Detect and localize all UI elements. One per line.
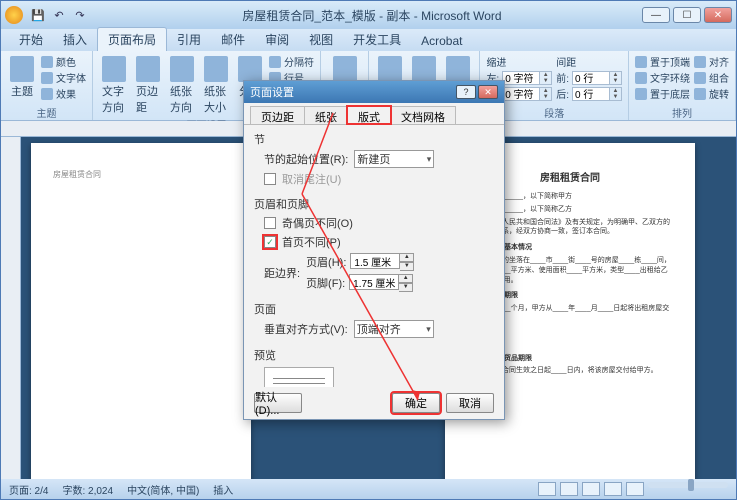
text-wrap[interactable]: 文字环绕 [635, 70, 690, 85]
view-print-layout[interactable] [538, 482, 556, 496]
status-words[interactable]: 字数: 2,024 [62, 482, 113, 497]
view-fullscreen[interactable] [560, 482, 578, 496]
indent-left-input[interactable]: ▲▼ [502, 71, 552, 85]
view-outline[interactable] [604, 482, 622, 496]
status-lang[interactable]: 中文(简体, 中国) [127, 482, 199, 497]
preview-pane [264, 367, 334, 387]
page-setup-dialog: 页面设置 ? ✕ 页边距 纸张 版式 文档网格 节 节的起始位置(R): 新建页… [243, 80, 505, 420]
document-page-1[interactable]: 房屋租赁合同 [31, 143, 251, 479]
margins[interactable]: 页边距 [133, 54, 163, 117]
send-back[interactable]: 置于底层 [635, 86, 690, 101]
view-draft[interactable] [626, 482, 644, 496]
close-button[interactable]: ✕ [704, 7, 732, 23]
ribbon-tabs: 开始 插入 页面布局 引用 邮件 审阅 视图 开发工具 Acrobat [1, 29, 736, 51]
tab-review[interactable]: 审阅 [255, 28, 299, 51]
vertical-align-combo[interactable]: 顶端对齐 [354, 320, 434, 338]
dialog-tab-layout[interactable]: 版式 [347, 106, 391, 124]
first-page-different-checkbox[interactable]: ✓ [264, 236, 276, 248]
tab-home[interactable]: 开始 [9, 28, 53, 51]
minimize-button[interactable]: — [642, 7, 670, 23]
theme-effects[interactable]: 效果 [41, 86, 86, 101]
qat-undo-icon[interactable]: ↶ [50, 6, 68, 24]
group-arrange-label: 排列 [635, 105, 729, 119]
qat-redo-icon[interactable]: ↷ [71, 6, 89, 24]
odd-even-checkbox[interactable] [264, 217, 276, 229]
spacing-before-input[interactable]: ▲▼ [572, 71, 622, 85]
dialog-tab-grid[interactable]: 文档网格 [390, 106, 456, 124]
section-start-combo[interactable]: 新建页 [354, 150, 434, 168]
dialog-title: 页面设置 [250, 84, 456, 100]
group-paragraph-label: 段落 [486, 105, 622, 119]
spacing-label: 间距 [556, 54, 622, 69]
suppress-endnotes-checkbox[interactable] [264, 173, 276, 185]
ok-button[interactable]: 确定 [392, 393, 440, 413]
office-button[interactable] [5, 6, 23, 24]
tab-references[interactable]: 引用 [167, 28, 211, 51]
status-page[interactable]: 页面: 2/4 [9, 482, 48, 497]
page-section-label: 页面 [254, 301, 494, 317]
view-web[interactable] [582, 482, 600, 496]
preview-label: 预览 [254, 347, 494, 363]
group-themes-label: 主题 [7, 105, 86, 119]
dialog-help-button[interactable]: ? [456, 85, 476, 99]
rotate[interactable]: 旋转 [694, 86, 729, 101]
default-button[interactable]: 默认(D)... [254, 393, 302, 413]
size[interactable]: 纸张大小 [201, 54, 231, 117]
indent-right-input[interactable]: ▲▼ [502, 87, 552, 101]
zoom-slider[interactable] [648, 482, 728, 488]
vertical-ruler[interactable] [1, 137, 21, 479]
bring-front[interactable]: 置于顶端 [635, 54, 690, 69]
qat-save-icon[interactable]: 💾 [29, 6, 47, 24]
breaks[interactable]: 分隔符 [269, 54, 314, 69]
section-label: 节 [254, 131, 494, 147]
status-mode[interactable]: 插入 [213, 482, 233, 497]
tab-insert[interactable]: 插入 [53, 28, 97, 51]
tab-acrobat[interactable]: Acrobat [411, 31, 472, 51]
group[interactable]: 组合 [694, 70, 729, 85]
align[interactable]: 对齐 [694, 54, 729, 69]
cancel-button[interactable]: 取消 [446, 393, 494, 413]
tab-mailings[interactable]: 邮件 [211, 28, 255, 51]
header-footer-label: 页眉和页脚 [254, 196, 494, 212]
header-distance-input[interactable]: ▲▼ [350, 253, 414, 271]
spacing-after-input[interactable]: ▲▼ [572, 87, 622, 101]
text-direction[interactable]: 文字方向 [99, 54, 129, 117]
tab-developer[interactable]: 开发工具 [343, 28, 411, 51]
maximize-button[interactable]: ☐ [673, 7, 701, 23]
orientation[interactable]: 纸张方向 [167, 54, 197, 117]
tab-page-layout[interactable]: 页面布局 [97, 27, 167, 51]
footer-distance-input[interactable]: ▲▼ [349, 274, 413, 292]
indent-label: 缩进 [486, 54, 552, 69]
dialog-close-button[interactable]: ✕ [478, 85, 498, 99]
dialog-tab-paper[interactable]: 纸张 [304, 106, 348, 124]
dialog-tab-margins[interactable]: 页边距 [250, 106, 305, 124]
theme-fonts[interactable]: 文字体 [41, 70, 86, 85]
tab-view[interactable]: 视图 [299, 28, 343, 51]
theme-colors[interactable]: 颜色 [41, 54, 86, 69]
themes-button[interactable]: 主题 [7, 54, 37, 101]
window-title: 房屋租赁合同_范本_模版 - 副本 - Microsoft Word [105, 7, 639, 24]
